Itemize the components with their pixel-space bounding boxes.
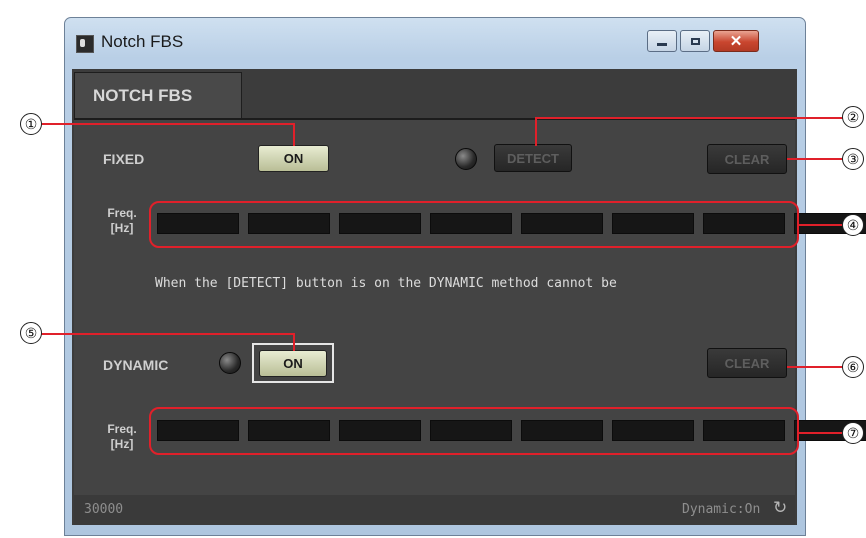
detect-led-indicator <box>455 148 477 170</box>
detect-note-text: When the [DETECT] button is on the DYNAM… <box>155 276 617 291</box>
refresh-icon[interactable]: ↻ <box>773 498 787 518</box>
callout-2-line-v <box>535 117 537 146</box>
window-title: Notch FBS <box>101 32 184 51</box>
callout-5-line-v <box>293 333 295 351</box>
dynamic-label: DYNAMIC <box>103 357 169 373</box>
fixed-freq-highlight <box>149 201 799 248</box>
status-dynamic-text: Dynamic:On <box>682 502 761 517</box>
dynamic-freq-highlight <box>149 407 799 455</box>
minimize-icon <box>657 42 667 46</box>
minimize-button[interactable] <box>647 30 677 52</box>
callout-5-line <box>40 333 295 335</box>
callout-7: ⑦ <box>842 422 864 444</box>
close-icon: ✕ <box>729 32 743 50</box>
callout-2-line <box>535 117 843 119</box>
fixed-freq-label: Freq. [Hz] <box>99 206 145 236</box>
freq-label-line-1: Freq. <box>107 422 137 436</box>
dynamic-freq-label: Freq. [Hz] <box>99 422 145 452</box>
close-button[interactable]: ✕ <box>713 30 759 52</box>
dynamic-clear-button[interactable]: CLEAR <box>707 348 787 378</box>
status-left-text: 30000 <box>84 502 124 517</box>
callout-3-line <box>787 158 843 160</box>
callout-6-line <box>787 366 843 368</box>
callout-4: ④ <box>842 214 864 236</box>
callout-3: ③ <box>842 148 864 170</box>
callout-1-line <box>40 123 295 125</box>
freq-label-line-2: [Hz] <box>110 221 134 235</box>
maximize-icon <box>690 37 700 45</box>
callout-1-line-v <box>293 123 295 146</box>
maximize-button[interactable] <box>680 30 710 52</box>
callout-6: ⑥ <box>842 356 864 378</box>
callout-4-line <box>799 224 843 226</box>
callout-5: ⑤ <box>20 322 42 344</box>
callout-7-line <box>799 432 843 434</box>
callout-1: ① <box>20 113 42 135</box>
fixed-detect-button[interactable]: DETECT <box>494 144 572 172</box>
dynamic-on-button[interactable]: ON <box>259 350 327 377</box>
freq-label-line-2: [Hz] <box>110 437 134 451</box>
dynamic-led-indicator <box>219 352 241 374</box>
app-icon <box>76 35 94 53</box>
fixed-clear-button[interactable]: CLEAR <box>707 144 787 174</box>
fixed-on-button[interactable]: ON <box>258 145 329 172</box>
callout-2: ② <box>842 106 864 128</box>
freq-label-line-1: Freq. <box>107 206 137 220</box>
tab-notch-fbs[interactable]: NOTCH FBS <box>74 72 242 119</box>
fixed-label: FIXED <box>103 151 145 167</box>
